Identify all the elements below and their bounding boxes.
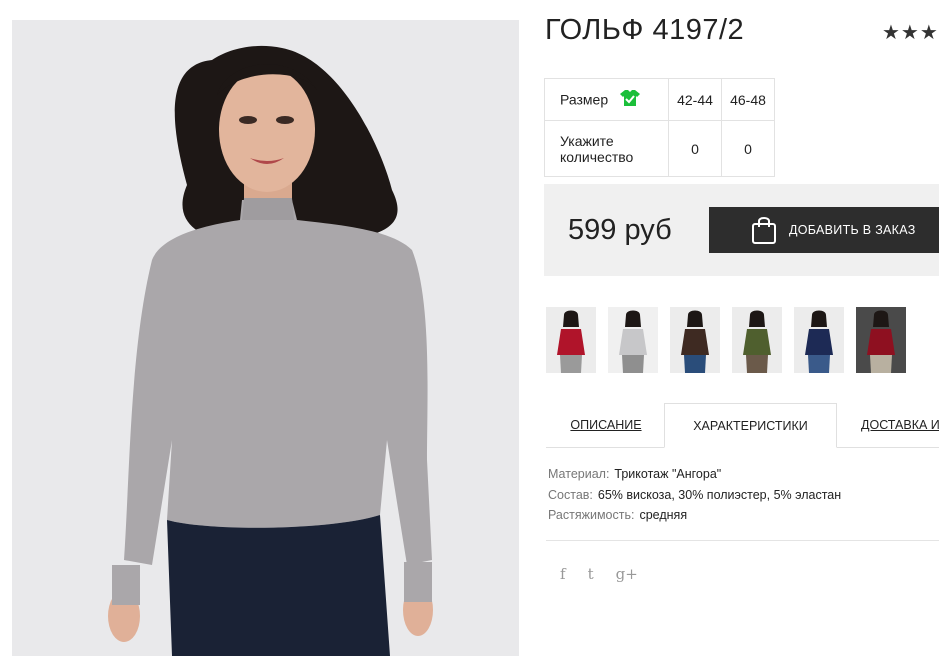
spec-key: Растяжимость: bbox=[548, 508, 635, 522]
size-check-icon[interactable] bbox=[620, 89, 641, 110]
product-tabs: ОПИСАНИЕ ХАРАКТЕРИСТИКИ ДОСТАВКА И bbox=[546, 403, 939, 448]
add-to-order-button[interactable]: ДОБАВИТЬ В ЗАКАЗ bbox=[709, 207, 939, 253]
tab-description[interactable]: ОПИСАНИЕ bbox=[546, 403, 666, 447]
size-label-cell: Размер bbox=[544, 78, 669, 121]
spec-value: средняя bbox=[639, 508, 688, 522]
spec-row: Материал: Трикотаж "Ангора" bbox=[548, 464, 841, 485]
thumbnail-1[interactable] bbox=[608, 307, 658, 373]
shopping-bag-icon bbox=[751, 215, 777, 245]
divider bbox=[546, 540, 939, 541]
spec-value: Трикотаж "Ангора" bbox=[614, 467, 722, 481]
thumbnail-gallery bbox=[546, 307, 906, 373]
spec-row: Состав: 65% вискоза, 30% полиэстер, 5% эл… bbox=[548, 485, 841, 506]
thumbnail-4[interactable] bbox=[794, 307, 844, 373]
facebook-icon[interactable]: f bbox=[560, 565, 566, 583]
size-option[interactable]: 42-44 bbox=[668, 78, 722, 121]
rating-stars[interactable]: ★★★ bbox=[882, 20, 939, 45]
price-box: 599 руб ДОБАВИТЬ В ЗАКАЗ bbox=[544, 184, 939, 276]
product-main-photo bbox=[12, 20, 519, 656]
google-plus-icon[interactable]: g+ bbox=[616, 565, 638, 583]
size-option[interactable]: 46-48 bbox=[721, 78, 775, 121]
spec-key: Состав: bbox=[548, 487, 593, 502]
tab-characteristics[interactable]: ХАРАКТЕРИСТИКИ bbox=[664, 403, 837, 448]
product-title: ГОЛЬФ 4197/2 bbox=[545, 14, 745, 46]
thumbnail-2[interactable] bbox=[670, 307, 720, 373]
size-quantity-table: Размер 42-44 46-48 Укажите количество 0 … bbox=[544, 78, 775, 177]
specs-list: Материал: Трикотаж "Ангора" Состав: 65% ви… bbox=[548, 464, 841, 526]
spec-key: Материал: bbox=[548, 467, 610, 481]
quantity-label: Укажите количество bbox=[544, 120, 669, 177]
thumbnail-3[interactable] bbox=[732, 307, 782, 373]
quantity-field[interactable]: 0 bbox=[668, 120, 722, 177]
size-label: Размер bbox=[560, 91, 609, 108]
social-share: f t g+ bbox=[560, 565, 638, 583]
price: 599 руб bbox=[568, 214, 672, 246]
twitter-icon[interactable]: t bbox=[588, 565, 594, 583]
spec-value: 65% вискоза, 30% полиэстер, 5% эластан bbox=[597, 487, 842, 502]
thumbnail-5[interactable] bbox=[856, 307, 906, 373]
tab-delivery[interactable]: ДОСТАВКА И bbox=[837, 403, 939, 447]
thumbnail-0[interactable] bbox=[546, 307, 596, 373]
quantity-field[interactable]: 0 bbox=[721, 120, 775, 177]
add-to-order-label: ДОБАВИТЬ В ЗАКАЗ bbox=[789, 223, 916, 237]
spec-row: Растяжимость: средняя bbox=[548, 505, 841, 526]
